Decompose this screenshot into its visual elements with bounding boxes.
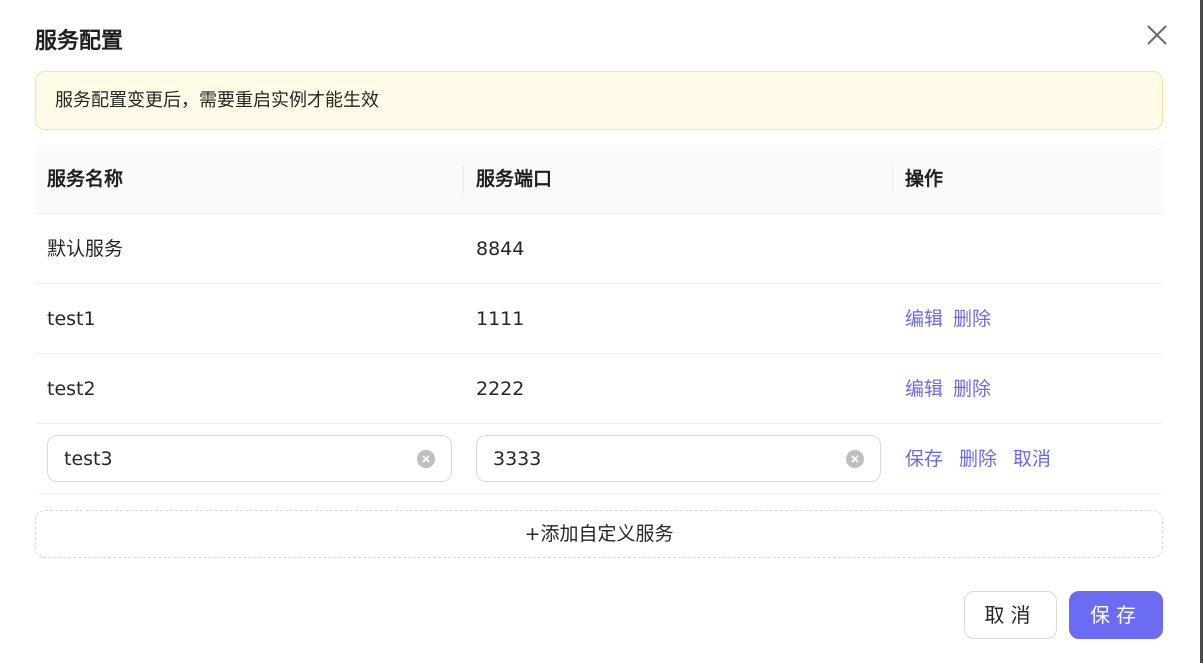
service-name-cell: test1 bbox=[47, 308, 96, 330]
cancel-link[interactable]: 取消 bbox=[1013, 448, 1051, 470]
service-table: 服务名称 服务端口 操作 默认服务 8844 test1 1111 编辑 删除 t… bbox=[35, 145, 1163, 494]
header-service-name: 服务名称 bbox=[47, 168, 124, 190]
add-custom-service-button[interactable]: +添加自定义服务 bbox=[35, 510, 1163, 558]
cancel-button[interactable]: 取消 bbox=[964, 591, 1057, 639]
header-divider bbox=[892, 165, 893, 193]
close-icon bbox=[1147, 25, 1167, 45]
delete-link[interactable]: 删除 bbox=[959, 448, 997, 470]
edit-link[interactable]: 编辑 bbox=[905, 308, 943, 330]
actions-cell: 编辑 删除 bbox=[905, 354, 1001, 424]
service-name-field[interactable] bbox=[47, 435, 452, 482]
dialog-title: 服务配置 bbox=[35, 29, 124, 54]
close-button[interactable] bbox=[1144, 22, 1170, 48]
service-port-cell: 2222 bbox=[476, 378, 525, 400]
service-port-field[interactable] bbox=[476, 435, 881, 482]
table-row: test1 1111 编辑 删除 bbox=[35, 284, 1163, 354]
service-config-dialog: 服务配置 服务配置变更后，需要重启实例才能生效 服务名称 服务端口 操作 默认服… bbox=[0, 0, 1203, 663]
save-button[interactable]: 保存 bbox=[1069, 591, 1163, 639]
service-name-cell: test2 bbox=[47, 378, 96, 400]
service-port-cell: 8844 bbox=[476, 238, 525, 260]
delete-link[interactable]: 删除 bbox=[953, 308, 991, 330]
table-row: test2 2222 编辑 删除 bbox=[35, 354, 1163, 424]
save-link[interactable]: 保存 bbox=[905, 448, 943, 470]
delete-link[interactable]: 删除 bbox=[953, 378, 991, 400]
header-divider bbox=[463, 165, 464, 193]
service-port-cell: 1111 bbox=[476, 308, 525, 330]
clear-icon[interactable] bbox=[417, 450, 435, 468]
table-header: 服务名称 服务端口 操作 bbox=[35, 145, 1163, 214]
clear-icon[interactable] bbox=[846, 450, 864, 468]
service-name-input[interactable] bbox=[64, 436, 407, 481]
actions-cell: 编辑 删除 bbox=[905, 284, 1001, 354]
header-actions: 操作 bbox=[905, 168, 944, 190]
service-port-input[interactable] bbox=[493, 436, 836, 481]
header-service-port: 服务端口 bbox=[476, 168, 553, 190]
table-row-editing: 保存删除取消 bbox=[35, 424, 1163, 494]
table-row: 默认服务 8844 bbox=[35, 214, 1163, 284]
actions-cell: 保存 删除 取消 bbox=[905, 424, 1061, 494]
service-name-cell: 默认服务 bbox=[47, 238, 124, 260]
restart-warning-alert: 服务配置变更后，需要重启实例才能生效 bbox=[35, 71, 1163, 130]
edit-link[interactable]: 编辑 bbox=[905, 378, 943, 400]
